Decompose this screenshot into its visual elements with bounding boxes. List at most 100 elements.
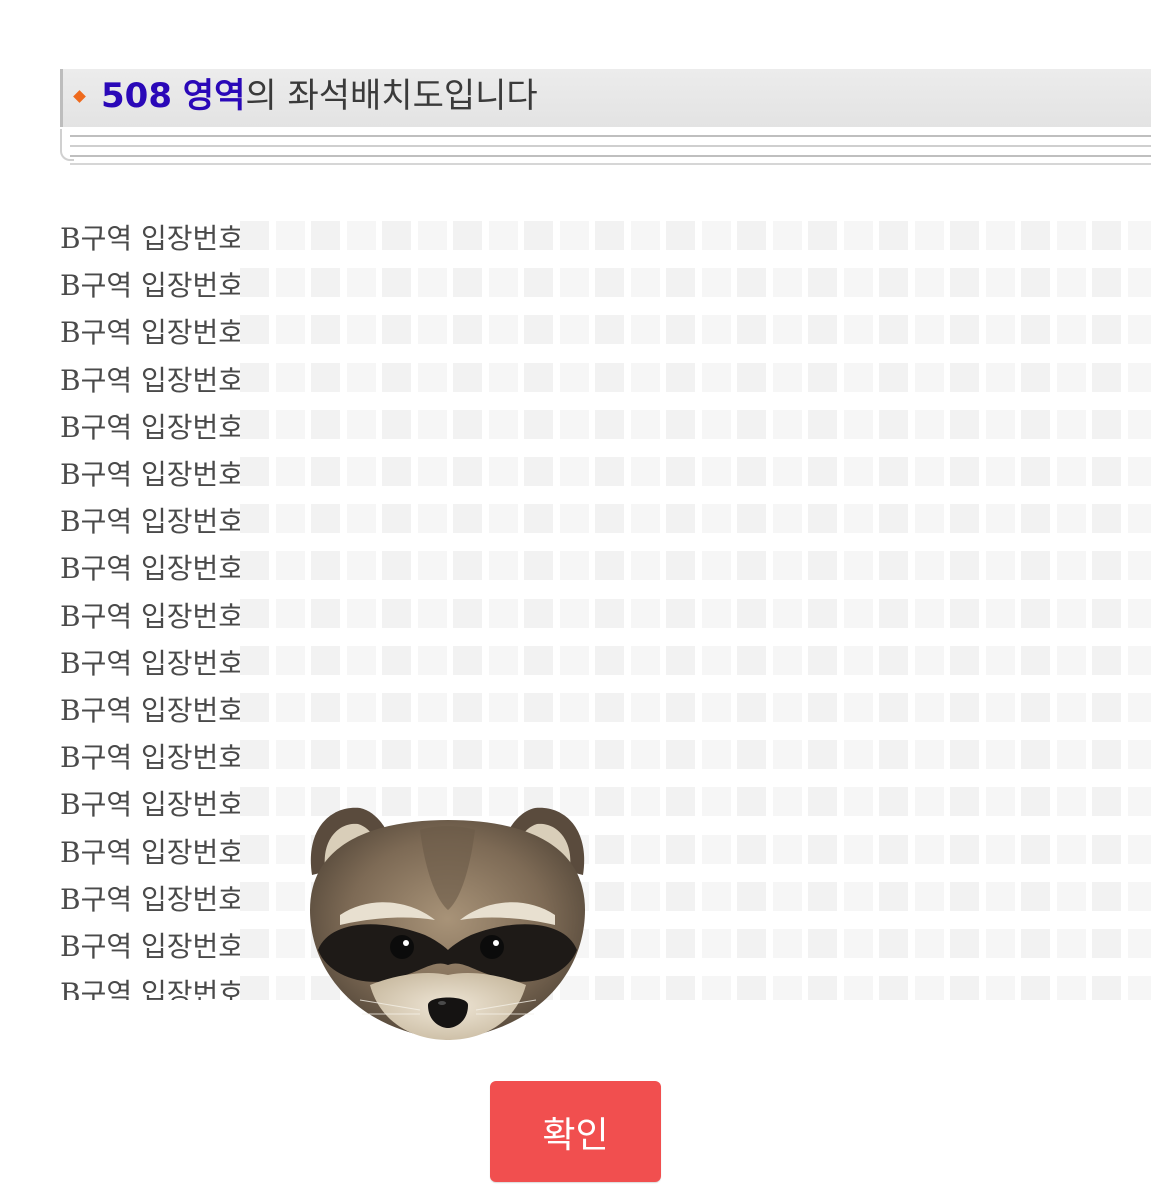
seat-cell[interactable] — [417, 693, 447, 722]
seat-cell[interactable] — [453, 598, 482, 628]
seat-cell[interactable] — [240, 315, 269, 345]
seat-cell[interactable] — [382, 362, 411, 392]
seat-cell[interactable] — [595, 645, 624, 675]
seat-cell[interactable] — [417, 409, 447, 439]
seat-cell[interactable] — [1056, 693, 1086, 722]
seat-cell[interactable] — [275, 221, 305, 250]
seat-cell[interactable] — [346, 598, 376, 628]
seat-cell[interactable] — [914, 221, 944, 250]
seat-cell[interactable] — [808, 929, 837, 958]
seat-cell[interactable] — [666, 598, 695, 628]
seat-cell[interactable] — [950, 787, 979, 817]
seat-cell[interactable] — [879, 645, 908, 675]
seat-cell[interactable] — [1092, 645, 1121, 675]
seat-cell[interactable] — [630, 645, 660, 675]
seat-cell[interactable] — [879, 551, 908, 581]
seat-cell[interactable] — [808, 834, 837, 864]
seat-cell[interactable] — [346, 409, 376, 439]
seat-cell[interactable] — [1056, 881, 1086, 911]
seat-cell[interactable] — [417, 740, 447, 770]
seat-cell[interactable] — [737, 787, 766, 817]
seat-cell[interactable] — [1127, 881, 1151, 911]
seat-cell[interactable] — [240, 362, 269, 392]
seat-cell[interactable] — [1092, 268, 1121, 298]
seat-cell[interactable] — [1021, 976, 1050, 1000]
seat-cell[interactable] — [772, 315, 802, 345]
seat-cell[interactable] — [772, 976, 802, 1000]
seat-cell[interactable] — [737, 740, 766, 770]
seat-cell[interactable] — [666, 457, 695, 486]
seat-cell[interactable] — [666, 409, 695, 439]
seat-cell[interactable] — [559, 362, 589, 392]
seat-cell[interactable] — [1092, 221, 1121, 250]
seat-cell[interactable] — [1056, 787, 1086, 817]
seat-cell[interactable] — [985, 787, 1015, 817]
seat-cell[interactable] — [843, 693, 873, 722]
seat-cell[interactable] — [630, 834, 660, 864]
seat-cell[interactable] — [630, 787, 660, 817]
seat-cell[interactable] — [595, 598, 624, 628]
seat-cell[interactable] — [1092, 551, 1121, 581]
seat-cell[interactable] — [843, 834, 873, 864]
seat-cell[interactable] — [240, 929, 269, 958]
seat-cell[interactable] — [630, 409, 660, 439]
seat-cell[interactable] — [914, 268, 944, 298]
seat-cell[interactable] — [346, 551, 376, 581]
seat-cell[interactable] — [630, 976, 660, 1000]
seat-cell[interactable] — [666, 551, 695, 581]
seat-cell[interactable] — [630, 881, 660, 911]
seat-cell[interactable] — [950, 268, 979, 298]
seat-cell[interactable] — [950, 740, 979, 770]
seat-cell[interactable] — [559, 221, 589, 250]
seat-cell[interactable] — [701, 409, 731, 439]
seat-cell[interactable] — [808, 787, 837, 817]
seat-cell[interactable] — [950, 976, 979, 1000]
seat-cell[interactable] — [666, 929, 695, 958]
seat-cell[interactable] — [914, 881, 944, 911]
seat-cell[interactable] — [240, 881, 269, 911]
seat-cell[interactable] — [843, 268, 873, 298]
seat-cell[interactable] — [808, 362, 837, 392]
seat-cell[interactable] — [630, 551, 660, 581]
seat-cell[interactable] — [1021, 929, 1050, 958]
seat-cell[interactable] — [346, 693, 376, 722]
seat-cell[interactable] — [808, 551, 837, 581]
seat-cell[interactable] — [879, 221, 908, 250]
seat-cell[interactable] — [346, 504, 376, 534]
seat-cell[interactable] — [630, 740, 660, 770]
seat-cell[interactable] — [914, 598, 944, 628]
seat-cell[interactable] — [1021, 504, 1050, 534]
seat-cell[interactable] — [666, 881, 695, 911]
seat-cell[interactable] — [453, 645, 482, 675]
seat-cell[interactable] — [240, 598, 269, 628]
seat-cell[interactable] — [985, 362, 1015, 392]
seat-cell[interactable] — [950, 881, 979, 911]
seat-cell[interactable] — [914, 645, 944, 675]
seat-cell[interactable] — [914, 551, 944, 581]
seat-cell[interactable] — [737, 504, 766, 534]
seat-cell[interactable] — [453, 268, 482, 298]
seat-cell[interactable] — [808, 504, 837, 534]
seat-cell[interactable] — [701, 740, 731, 770]
seat-cell[interactable] — [559, 598, 589, 628]
seat-cell[interactable] — [488, 315, 518, 345]
seat-cell[interactable] — [772, 787, 802, 817]
seat-cell[interactable] — [240, 504, 269, 534]
seat-cell[interactable] — [417, 362, 447, 392]
seat-cell[interactable] — [666, 268, 695, 298]
seat-cell[interactable] — [417, 598, 447, 628]
seat-cell[interactable] — [488, 551, 518, 581]
seat-cell[interactable] — [914, 504, 944, 534]
seat-cell[interactable] — [950, 409, 979, 439]
seat-cell[interactable] — [808, 221, 837, 250]
seat-cell[interactable] — [1021, 409, 1050, 439]
seat-cell[interactable] — [453, 551, 482, 581]
seat-cell[interactable] — [808, 268, 837, 298]
seat-cell[interactable] — [1056, 315, 1086, 345]
seat-cell[interactable] — [346, 315, 376, 345]
seat-cell[interactable] — [382, 221, 411, 250]
seat-cell[interactable] — [382, 693, 411, 722]
seat-cell[interactable] — [630, 362, 660, 392]
seat-cell[interactable] — [488, 740, 518, 770]
seat-cell[interactable] — [1056, 645, 1086, 675]
